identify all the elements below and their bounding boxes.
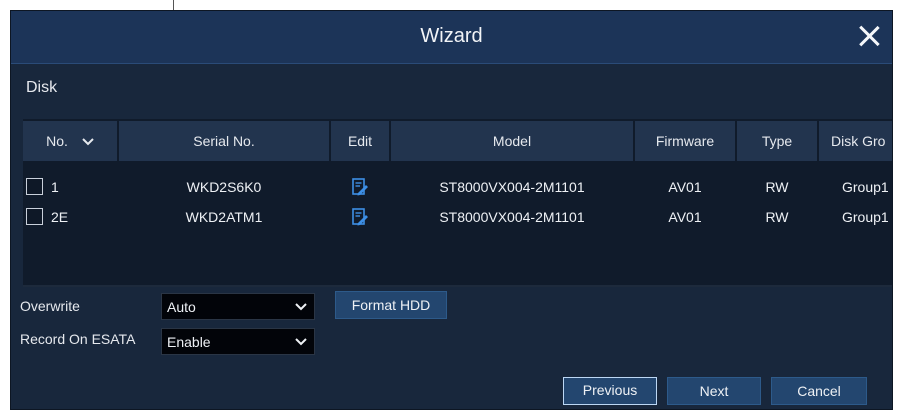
col-firmware: Firmware (635, 121, 735, 161)
edit-icon[interactable] (352, 208, 368, 226)
row-group: Group1 (842, 179, 889, 195)
col-no[interactable]: No. (23, 121, 117, 161)
chevron-down-icon (82, 138, 94, 146)
overwrite-select[interactable]: Auto (161, 293, 315, 320)
row-group: Group1 (842, 209, 889, 225)
table-header: No. Serial No. Edit Model Firmware Type … (23, 121, 892, 161)
record-esata-select[interactable]: Enable (161, 328, 315, 355)
row-model: ST8000VX004-2M1101 (439, 209, 585, 225)
table-row: 1 WKD2S6K0 ST8000VX004-2M1101 AV01 RW Gr… (23, 173, 892, 201)
next-button[interactable]: Next (667, 377, 761, 405)
wizard-dialog: Wizard Disk No. Serial No. Edit Model Fi… (10, 10, 893, 410)
record-esata-label: Record On ESATA (20, 331, 136, 347)
cancel-button[interactable]: Cancel (771, 377, 867, 405)
row-serial: WKD2ATM1 (185, 209, 263, 225)
row-no: 1 (51, 179, 59, 195)
row-checkbox[interactable] (26, 208, 43, 225)
top-strip (0, 0, 903, 10)
row-serial: WKD2S6K0 (186, 179, 262, 195)
row-type: RW (765, 179, 789, 195)
disk-table: No. Serial No. Edit Model Firmware Type … (23, 119, 892, 287)
col-serial: Serial No. (119, 121, 329, 161)
dialog-title: Wizard (420, 25, 483, 47)
col-no-label: No. (46, 133, 68, 149)
row-firmware: AV01 (668, 209, 702, 225)
col-type: Type (737, 121, 817, 161)
chevron-down-icon (295, 338, 307, 346)
row-firmware: AV01 (668, 179, 702, 195)
table-bottom-divider (23, 285, 892, 287)
row-model: ST8000VX004-2M1101 (439, 179, 585, 195)
record-esata-value: Enable (167, 334, 211, 350)
table-row: 2E WKD2ATM1 ST8000VX004-2M1101 AV01 RW G… (23, 203, 892, 231)
row-no: 2E (51, 209, 69, 225)
title-bar: Wizard (11, 11, 892, 64)
edit-icon[interactable] (352, 178, 368, 196)
overwrite-value: Auto (167, 299, 196, 315)
previous-button[interactable]: Previous (563, 377, 657, 405)
chevron-down-icon (295, 303, 307, 311)
section-title: Disk (26, 79, 58, 96)
row-checkbox[interactable] (26, 178, 43, 195)
overwrite-label: Overwrite (20, 298, 80, 314)
close-icon[interactable] (854, 21, 884, 51)
col-edit: Edit (331, 121, 389, 161)
col-disk-group: Disk Gro (819, 121, 892, 161)
col-model: Model (391, 121, 633, 161)
row-type: RW (765, 209, 789, 225)
format-hdd-button[interactable]: Format HDD (335, 291, 447, 319)
